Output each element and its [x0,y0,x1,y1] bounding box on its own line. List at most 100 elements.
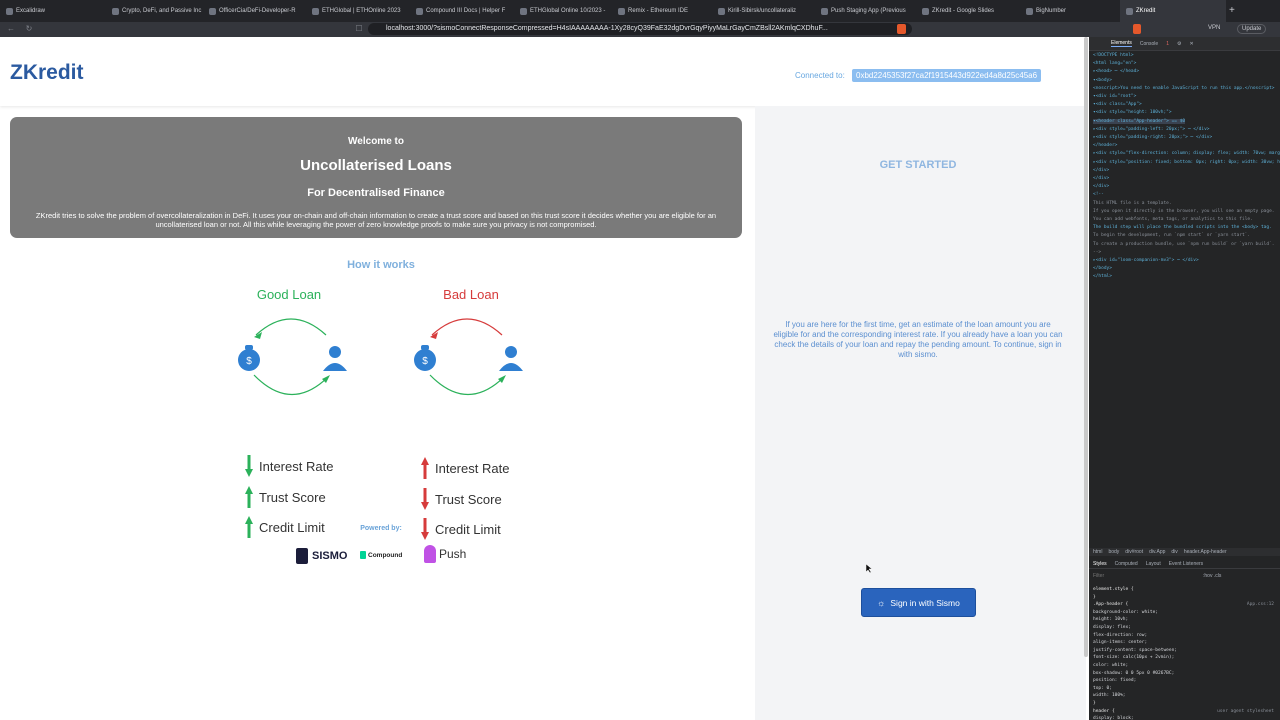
browser-tab[interactable]: ETHGlobal | ETHOnline 2023 [306,0,410,22]
browser-tab[interactable]: ETHGlobal Online 10/2023 - [514,0,612,22]
dom-node-line[interactable]: ▸<div id="loom-companion-mv3"> ⋯ </div> [1093,258,1199,263]
dom-node-line[interactable]: ▸<div style="padding-left: 20px;"> ⋯ </d… [1093,127,1210,132]
dom-node-line[interactable]: <html lang="en"> [1093,61,1136,66]
dom-node-line[interactable]: <!DOCTYPE html> [1093,53,1134,58]
browser-tab[interactable]: Excalidraw [0,0,106,22]
css-rule-line[interactable]: display: flex; [1093,625,1131,630]
breadcrumb-item[interactable]: header.App-header [1184,549,1227,555]
css-rule-line[interactable]: color: white; [1093,663,1128,668]
css-rule-line[interactable]: box-shadow: 0 0 5px 0 #0267BC; [1093,671,1174,676]
browser-tab[interactable]: ZKredit [1120,0,1226,22]
dom-node-line[interactable]: If you open it directly in the browser, … [1093,209,1275,214]
styles-filter-input[interactable]: Filter :hov .cls [1093,573,1275,581]
dom-node-line[interactable]: ▾<div style="height: 100vh;"> [1093,110,1172,115]
dom-node-line[interactable]: </div> [1093,176,1109,181]
logo[interactable]: ZKredit [10,61,84,85]
browser-tab[interactable]: Push Staging App (Previous [815,0,916,22]
css-rule-line[interactable]: header { [1093,709,1115,714]
error-count-badge[interactable]: 1 [1166,41,1169,47]
styles-subtab[interactable]: Event Listeners [1169,561,1203,567]
css-rule-line[interactable]: .App-header { [1093,602,1128,607]
vpn-button[interactable]: VPN [1208,25,1220,31]
dom-node-line[interactable]: ▾<div id="root"> [1093,94,1136,99]
browser-tab[interactable]: Remix - Ethereum IDE [612,0,712,22]
sismo-button-icon: ☼ [877,597,886,608]
styles-subtab[interactable]: Layout [1146,561,1161,567]
css-source-link[interactable]: App.css:12 [1247,602,1274,607]
bookmark-icon[interactable]: ☐ [354,24,364,34]
browser-tab[interactable]: BigNumber [1020,0,1120,22]
brave-rewards-icon[interactable] [1133,24,1141,34]
dom-node-line[interactable]: ▾<body> [1093,78,1112,83]
mouse-cursor-icon [866,564,872,573]
css-source-link[interactable]: user agent stylesheet [1217,709,1274,714]
devtools-close-icon[interactable]: ✕ [1189,41,1193,47]
filter-options[interactable]: :hov .cls [1203,573,1221,579]
dom-node-line[interactable]: ▸<div style="flex-direction: column; dis… [1093,151,1280,156]
back-icon[interactable]: ← [6,24,16,34]
dom-node-line[interactable]: The build step will place the bundled sc… [1093,225,1272,230]
dom-node-line[interactable]: </div> [1093,184,1109,189]
page-scrollbar[interactable] [1084,37,1088,657]
css-rule-line[interactable]: height: 10vh; [1093,617,1128,622]
dom-node-line[interactable]: ▾<header class="App-header"> == $0 [1093,118,1186,124]
dom-node-line[interactable]: This HTML file is a template. [1093,201,1172,206]
update-button[interactable]: Update [1237,24,1267,34]
browser-tab[interactable]: Crypto, DeFi, and Passive Inc [106,0,203,22]
sismo-logo[interactable]: SISMO [296,548,347,564]
reload-icon[interactable]: ↻ [24,24,34,34]
breadcrumb-item[interactable]: div [1171,549,1177,555]
browser-tab[interactable]: ZKredit - Google Slides [916,0,1020,22]
tab-elements[interactable]: Elements [1111,40,1132,47]
get-started-info-text: If you are here for the first time, get … [773,320,1063,359]
css-rule-line[interactable]: } [1093,595,1096,600]
dom-node-line[interactable]: </div> [1093,168,1109,173]
breadcrumb-item[interactable]: body [1108,549,1119,555]
tab-label: Kirill-Sibirsk/uncollateraliz [728,8,797,14]
browser-tab[interactable]: Kirill-Sibirsk/uncollateraliz [712,0,815,22]
dom-node-line[interactable]: To create a production bundle, use `npm … [1093,242,1275,247]
dom-node-line[interactable]: ▸<div style="padding-right: 20px;"> ⋯ </… [1093,135,1212,140]
browser-tab[interactable]: Compound III Docs | Helper F [410,0,514,22]
browser-tab[interactable]: OfficerCia/DeFi-Developer-R [203,0,306,22]
dom-node-line[interactable]: --> [1093,250,1101,255]
brave-shield-icon[interactable] [897,24,906,34]
push-logo[interactable]: Push [424,545,466,563]
css-rule-line[interactable]: font-size: calc(10px + 2vmin); [1093,655,1174,660]
css-rule-line[interactable]: } [1093,701,1096,706]
css-rule-line[interactable]: background-color: white; [1093,610,1158,615]
css-rule-line[interactable]: flex-direction: row; [1093,633,1147,638]
new-tab-button[interactable]: + [1229,5,1235,16]
wallet-address[interactable]: 0xbd2245353f27ca2f1915443d922ed4a8d25c45… [852,69,1042,82]
app-header: ZKredit Connected to: 0xbd2245353f27ca2f… [0,37,1086,106]
dom-node-line[interactable]: To begin the development, run `npm start… [1093,233,1250,238]
breadcrumb-item[interactable]: div#root [1125,549,1143,555]
tab-favicon-icon [312,7,319,15]
dom-node-line[interactable]: ▸<head> ⋯ </head> [1093,69,1139,74]
dom-node-line[interactable]: <!-- [1093,192,1104,197]
css-rule-line[interactable]: width: 100%; [1093,693,1126,698]
browser-tab-bar: Excalidraw Crypto, DeFi, and Passive Inc O… [0,0,1280,22]
breadcrumb-item[interactable]: div.App [1149,549,1165,555]
dom-node-line[interactable]: </html> [1093,274,1112,279]
styles-subtab[interactable]: Computed [1115,561,1138,567]
compound-logo[interactable]: Compound [360,551,402,559]
dom-node-line[interactable]: You can add webfonts, meta tags, or anal… [1093,217,1253,222]
dom-node-line[interactable]: ▸<div style="position: fixed; bottom: 0p… [1093,160,1280,165]
css-rule-line[interactable]: align-items: center; [1093,640,1147,645]
breadcrumb-item[interactable]: html [1093,549,1102,555]
address-bar[interactable]: localhost:3000/?sismoConnectResponseComp… [368,23,912,35]
css-rule-line[interactable]: top: 0; [1093,686,1112,691]
tab-console[interactable]: Console [1140,41,1158,47]
dom-node-line[interactable]: </body> [1093,266,1112,271]
dom-node-line[interactable]: ▾<div class="App"> [1093,102,1142,107]
settings-gear-icon[interactable]: ⚙ [1177,41,1181,47]
css-rule-line[interactable]: display: block; [1093,716,1134,720]
dom-node-line[interactable]: </header> [1093,143,1117,148]
css-rule-line[interactable]: justify-content: space-between; [1093,648,1177,653]
css-rule-line[interactable]: position: fixed; [1093,678,1136,683]
css-rule-line[interactable]: element.style { [1093,587,1134,592]
styles-subtab[interactable]: Styles [1093,561,1107,567]
dom-node-line[interactable]: <noscript>You need to enable JavaScript … [1093,86,1275,91]
sign-in-with-sismo-button[interactable]: ☼ Sign in with Sismo [861,588,976,617]
